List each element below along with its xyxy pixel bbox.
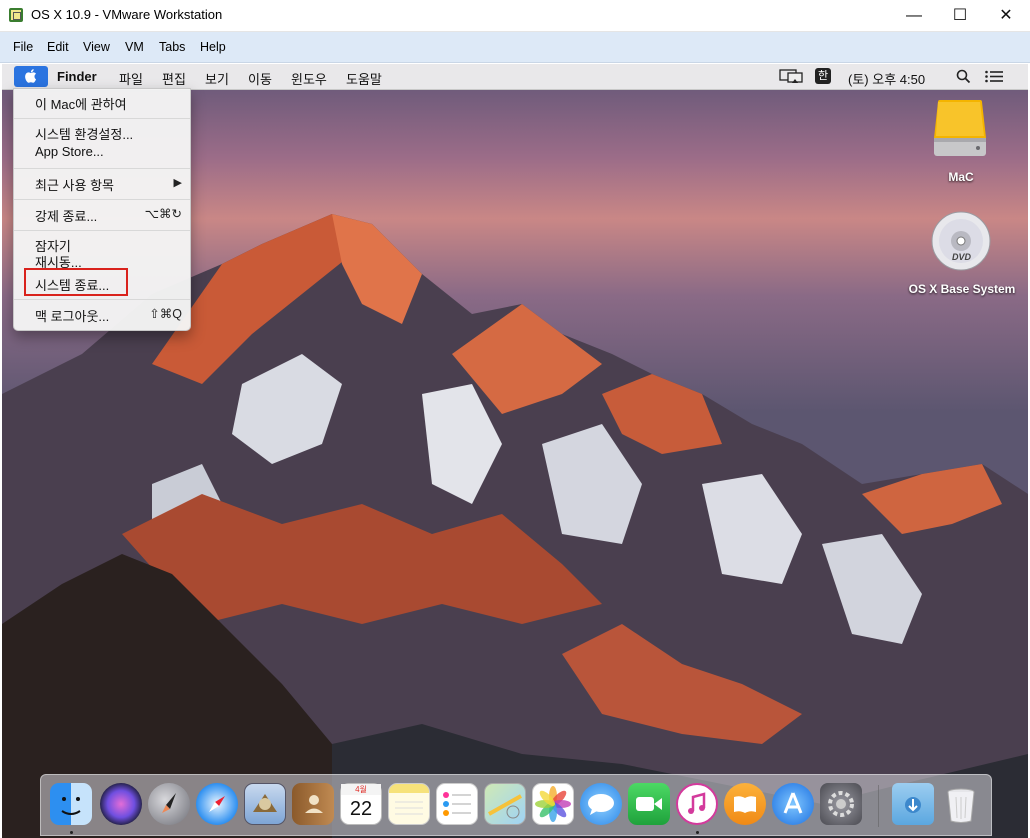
menu-finder[interactable]: Finder <box>57 69 97 84</box>
notification-center-icon[interactable] <box>985 70 1003 88</box>
close-button[interactable]: ✕ <box>983 0 1029 31</box>
menu-file[interactable]: File <box>13 40 33 54</box>
contacts-icon[interactable] <box>292 783 334 825</box>
menu-vm[interactable]: VM <box>125 40 144 54</box>
log-out-shortcut: ⇧⌘Q <box>149 307 182 321</box>
downloads-folder-icon[interactable] <box>892 783 934 825</box>
menu-log-out[interactable]: 맥 로그아웃... <box>35 306 109 325</box>
vmware-app-icon <box>9 8 23 22</box>
mail-icon[interactable] <box>244 783 286 825</box>
menu-view-ko[interactable]: 보기 <box>205 69 229 88</box>
dock-divider <box>878 785 879 827</box>
safari-icon[interactable] <box>196 783 238 825</box>
dvd-icon[interactable] <box>930 210 992 277</box>
hard-drive-label[interactable]: MaC <box>936 170 986 184</box>
launchpad-icon[interactable] <box>148 783 190 825</box>
menu-separator <box>14 230 190 231</box>
apple-dropdown-menu: 이 Mac에 관하여 시스템 환경설정... App Store... 최근 사… <box>13 88 191 331</box>
submenu-arrow-icon: ▶ <box>173 177 182 189</box>
dvd-label[interactable]: OS X Base System <box>902 282 1022 296</box>
airplay-display-icon[interactable] <box>779 69 805 89</box>
running-indicator <box>70 831 73 834</box>
calendar-icon[interactable]: 4월 22 <box>340 783 382 825</box>
dock: 4월 22 <box>40 774 992 836</box>
menu-separator <box>14 168 190 169</box>
itunes-icon[interactable] <box>676 783 718 825</box>
trash-icon[interactable] <box>940 783 982 825</box>
menu-separator <box>14 199 190 200</box>
menu-view[interactable]: View <box>83 40 110 54</box>
input-method-badge[interactable]: 한 <box>815 68 831 84</box>
minimize-button[interactable]: — <box>891 0 937 31</box>
hard-drive-icon[interactable] <box>932 98 988 165</box>
maximize-button[interactable]: ☐ <box>937 0 983 31</box>
reminders-icon[interactable] <box>436 783 478 825</box>
menu-system-preferences[interactable]: 시스템 환경설정... <box>35 124 133 143</box>
siri-icon[interactable] <box>100 783 142 825</box>
menu-edit-ko[interactable]: 편집 <box>162 69 186 88</box>
spotlight-search-icon[interactable] <box>956 69 971 89</box>
apple-logo-icon <box>25 69 36 83</box>
vmware-menubar: File Edit View VM Tabs Help <box>0 32 1030 63</box>
calendar-day: 22 <box>349 798 373 820</box>
menu-separator <box>14 118 190 119</box>
menu-separator <box>14 299 190 300</box>
force-quit-shortcut: ⌥⌘↻ <box>144 207 182 221</box>
system-preferences-icon[interactable] <box>820 783 862 825</box>
apple-menu-button[interactable] <box>14 66 48 87</box>
window-titlebar: OS X 10.9 - VMware Workstation — ☐ ✕ <box>0 0 1030 32</box>
menu-window-ko[interactable]: 윈도우 <box>291 69 327 88</box>
finder-icon[interactable] <box>50 783 92 825</box>
messages-icon[interactable] <box>580 783 622 825</box>
dvd-badge: DVD <box>952 252 972 262</box>
menu-app-store[interactable]: App Store... <box>35 144 104 159</box>
menu-tabs[interactable]: Tabs <box>159 40 185 54</box>
app-store-icon[interactable] <box>772 783 814 825</box>
menu-force-quit[interactable]: 강제 종료... <box>35 206 97 225</box>
facetime-icon[interactable] <box>628 783 670 825</box>
ibooks-icon[interactable] <box>724 783 766 825</box>
maps-icon[interactable] <box>484 783 526 825</box>
menu-help-ko[interactable]: 도움말 <box>346 69 382 88</box>
window-title: OS X 10.9 - VMware Workstation <box>31 7 223 22</box>
menu-about-this-mac[interactable]: 이 Mac에 관하여 <box>35 94 127 113</box>
menu-help[interactable]: Help <box>200 40 226 54</box>
menu-edit[interactable]: Edit <box>47 40 69 54</box>
menu-recent-items[interactable]: 최근 사용 항목 <box>35 175 114 194</box>
notes-icon[interactable] <box>388 783 430 825</box>
menubar-clock[interactable]: (토) 오후 4:50 <box>848 69 925 88</box>
menu-go-ko[interactable]: 이동 <box>248 69 272 88</box>
menu-file-ko[interactable]: 파일 <box>119 69 143 88</box>
calendar-month: 4월 <box>341 784 381 795</box>
running-indicator <box>696 831 699 834</box>
guest-screen[interactable]: Finder 파일 편집 보기 이동 윈도우 도움말 한 (토) 오후 4:50… <box>2 64 1028 838</box>
shut-down-highlight-box <box>24 268 128 296</box>
mac-menubar: Finder 파일 편집 보기 이동 윈도우 도움말 한 (토) 오후 4:50 <box>2 64 1028 90</box>
photos-icon[interactable] <box>532 783 574 825</box>
